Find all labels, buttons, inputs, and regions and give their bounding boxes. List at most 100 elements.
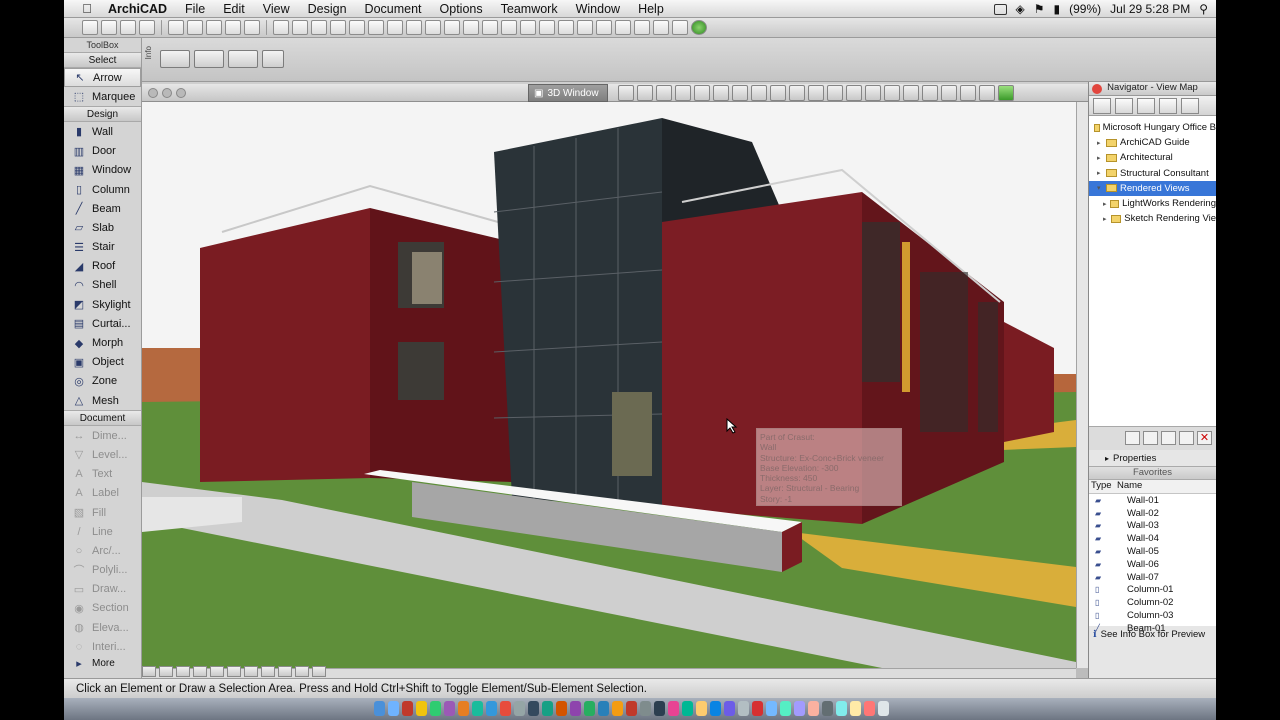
dock-app-icon[interactable] bbox=[696, 701, 707, 716]
zoom-out-icon[interactable] bbox=[227, 666, 241, 677]
explode-icon[interactable] bbox=[615, 20, 631, 35]
column-type[interactable]: Type bbox=[1089, 480, 1113, 493]
cut-plane-icon[interactable] bbox=[789, 85, 805, 101]
tree-folder[interactable]: ▸ ArchiCAD Guide bbox=[1089, 135, 1216, 150]
axonometry-icon[interactable] bbox=[770, 85, 786, 101]
orbit-mode-icon[interactable] bbox=[244, 666, 258, 677]
redo-icon[interactable] bbox=[244, 20, 260, 35]
tool-curtai[interactable]: ▤ Curtai... bbox=[64, 314, 141, 333]
zoom-next-icon[interactable] bbox=[193, 666, 207, 677]
export-icon[interactable] bbox=[903, 85, 919, 101]
group-icon[interactable] bbox=[425, 20, 441, 35]
copy-icon[interactable] bbox=[187, 20, 203, 35]
dock-app-icon[interactable] bbox=[500, 701, 511, 716]
walk-icon[interactable] bbox=[675, 85, 691, 101]
tool-stair[interactable]: ☰ Stair bbox=[64, 238, 141, 257]
menu-file[interactable]: File bbox=[185, 2, 205, 16]
tool-zone[interactable]: ◎ Zone bbox=[64, 372, 141, 391]
dock-app-icon[interactable] bbox=[402, 701, 413, 716]
align-icon[interactable] bbox=[406, 20, 422, 35]
green-tool-icon[interactable] bbox=[998, 85, 1014, 101]
photo-icon[interactable] bbox=[960, 85, 976, 101]
layout-icon[interactable] bbox=[922, 85, 938, 101]
tool-interi[interactable]: ◌ Interi... bbox=[64, 637, 141, 656]
battery-icon[interactable]: ▮ bbox=[1054, 2, 1061, 16]
favorite-item[interactable]: ▰ Wall-07 bbox=[1089, 571, 1216, 584]
disclosure-closed-icon[interactable]: ▸ bbox=[1103, 200, 1110, 208]
properties-section[interactable]: ▸ Properties bbox=[1089, 450, 1216, 466]
zoom-fit-icon[interactable] bbox=[142, 666, 156, 677]
dock-app-icon[interactable] bbox=[822, 701, 833, 716]
explore-mode-icon[interactable] bbox=[278, 666, 292, 677]
navigate-icon[interactable] bbox=[637, 85, 653, 101]
window-close-button[interactable] bbox=[148, 88, 158, 98]
dock-app-icon[interactable] bbox=[486, 701, 497, 716]
explore-icon[interactable] bbox=[694, 85, 710, 101]
dock-app-icon[interactable] bbox=[738, 701, 749, 716]
favorite-item[interactable]: ▰ Wall-06 bbox=[1089, 558, 1216, 571]
elevate-icon[interactable] bbox=[558, 20, 574, 35]
dock-app-icon[interactable] bbox=[416, 701, 427, 716]
dock-app-icon[interactable] bbox=[682, 701, 693, 716]
dock-app-icon[interactable] bbox=[584, 701, 595, 716]
dock-app-icon[interactable] bbox=[654, 701, 665, 716]
dock-app-icon[interactable] bbox=[752, 701, 763, 716]
tool-eleva[interactable]: ◍ Eleva... bbox=[64, 618, 141, 637]
menu-help[interactable]: Help bbox=[638, 2, 664, 16]
tool-mesh[interactable]: △ Mesh bbox=[64, 391, 141, 410]
grid-icon[interactable] bbox=[387, 20, 403, 35]
tool-slab[interactable]: ▱ Slab bbox=[64, 218, 141, 237]
column-name[interactable]: Name bbox=[1113, 480, 1216, 493]
tool-level[interactable]: ▽ Level... bbox=[64, 445, 141, 464]
favorite-item[interactable]: ▰ Wall-01 bbox=[1089, 494, 1216, 507]
favorite-item[interactable]: ▰ Wall-03 bbox=[1089, 520, 1216, 533]
tree-folder[interactable]: ▸ Structural Consultant bbox=[1089, 166, 1216, 181]
tool-morph[interactable]: ◆ Morph bbox=[64, 333, 141, 352]
tool-arc[interactable]: ○ Arc/... bbox=[64, 541, 141, 560]
tool-arrow[interactable]: ↖ Arrow bbox=[64, 68, 141, 88]
filter-icon[interactable] bbox=[808, 85, 824, 101]
dock-app-icon[interactable] bbox=[514, 701, 525, 716]
tree-folder[interactable]: ▸ LightWorks Rendering bbox=[1089, 196, 1216, 211]
tool-wall[interactable]: ▮ Wall bbox=[64, 122, 141, 141]
trim-icon[interactable] bbox=[463, 20, 479, 35]
tool-line[interactable]: / Line bbox=[64, 522, 141, 541]
dock-app-icon[interactable] bbox=[850, 701, 861, 716]
sun-icon[interactable] bbox=[732, 85, 748, 101]
tool-beam[interactable]: ╱ Beam bbox=[64, 199, 141, 218]
design-header[interactable]: Design bbox=[64, 106, 141, 123]
menu-window[interactable]: Window bbox=[576, 2, 620, 16]
favorite-item[interactable]: ▰ Wall-02 bbox=[1089, 507, 1216, 520]
clone-folder-icon[interactable] bbox=[1161, 431, 1176, 445]
rotate-icon[interactable] bbox=[520, 20, 536, 35]
settings-icon[interactable] bbox=[1179, 431, 1194, 445]
orbit-icon[interactable] bbox=[656, 85, 672, 101]
apple-icon[interactable]:  bbox=[76, 1, 98, 16]
arrow-mode-button[interactable] bbox=[262, 50, 284, 68]
flag-3d-icon[interactable] bbox=[979, 85, 995, 101]
dock-app-icon[interactable] bbox=[808, 701, 819, 716]
flag-icon[interactable]: ⚑ bbox=[1034, 2, 1045, 16]
dock-app-icon[interactable] bbox=[794, 701, 805, 716]
tool-text[interactable]: A Text bbox=[64, 465, 141, 484]
perspective-icon[interactable] bbox=[751, 85, 767, 101]
walk-mode-icon[interactable] bbox=[261, 666, 275, 677]
spotlight-icon[interactable]: ⚲ bbox=[1199, 2, 1208, 16]
vertical-scrollbar[interactable] bbox=[1076, 102, 1088, 668]
close-3d-icon[interactable] bbox=[884, 85, 900, 101]
offset-icon[interactable] bbox=[596, 20, 612, 35]
disclosure-closed-icon[interactable]: ▸ bbox=[1097, 169, 1106, 177]
undo-icon[interactable] bbox=[225, 20, 241, 35]
tool-object[interactable]: ▣ Object bbox=[64, 353, 141, 372]
tree-folder[interactable]: ▾ Rendered Views bbox=[1089, 180, 1216, 196]
mirror-icon[interactable] bbox=[539, 20, 555, 35]
new-folder-icon[interactable] bbox=[1125, 431, 1140, 445]
disclosure-open-icon[interactable]: ▾ bbox=[1097, 184, 1106, 192]
solid-ops-icon[interactable] bbox=[672, 20, 688, 35]
cut-icon[interactable] bbox=[168, 20, 184, 35]
menu-design[interactable]: Design bbox=[308, 2, 347, 16]
model-icon[interactable] bbox=[618, 85, 634, 101]
tree-folder[interactable]: ▸ Architectural bbox=[1089, 150, 1216, 165]
tool-section[interactable]: ◉ Section bbox=[64, 599, 141, 618]
fillet-icon[interactable] bbox=[577, 20, 593, 35]
